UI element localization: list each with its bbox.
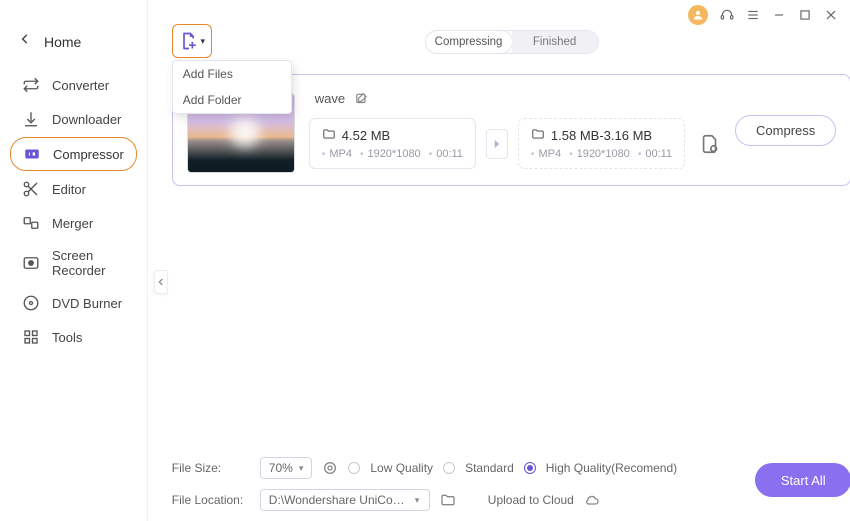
quality-high-radio[interactable] (524, 462, 536, 474)
rename-icon[interactable] (355, 92, 369, 106)
sidebar-item-label: Editor (52, 182, 86, 197)
target-size-icon[interactable] (322, 460, 338, 476)
home-label[interactable]: Home (44, 34, 81, 50)
output-format: MP4 (538, 148, 561, 160)
file-size-label: File Size: (172, 461, 250, 475)
output-size: 1.58 MB-3.16 MB (551, 128, 652, 143)
input-res: 1920*1080 (367, 148, 420, 160)
sidebar-item-label: Converter (52, 78, 109, 93)
quality-low-label: Low Quality (370, 461, 433, 475)
sidebar-item-downloader[interactable]: Downloader (10, 103, 137, 135)
file-location-label: File Location: (172, 493, 250, 507)
output-dur: 00:11 (645, 148, 672, 160)
maximize-button[interactable] (798, 8, 812, 22)
quality-standard-radio[interactable] (443, 462, 455, 474)
menu-icon[interactable] (746, 8, 760, 22)
sidebar-item-editor[interactable]: Editor (10, 173, 137, 205)
sidebar-item-label: Downloader (52, 112, 121, 127)
converter-icon (22, 76, 40, 94)
chevron-down-icon: ▾ (201, 36, 206, 47)
support-icon[interactable] (720, 8, 734, 22)
sidebar-item-dvd-burner[interactable]: DVD Burner (10, 287, 137, 319)
quality-low-radio[interactable] (348, 462, 360, 474)
add-file-menu: Add Files Add Folder (172, 60, 292, 114)
merger-icon (22, 214, 40, 232)
tab-finished[interactable]: Finished (512, 31, 598, 53)
sidebar-item-label: Merger (52, 216, 93, 231)
input-format: MP4 (329, 148, 352, 160)
input-dur: 00:11 (436, 148, 463, 160)
grid-icon (22, 328, 40, 346)
input-size: 4.52 MB (342, 128, 390, 143)
sidebar-item-converter[interactable]: Converter (10, 69, 137, 101)
input-info-panel: 4.52 MB •MP4 •1920*1080 •00:11 (309, 118, 476, 169)
tab-compressing[interactable]: Compressing (426, 31, 512, 53)
status-tabs: Compressing Finished (425, 30, 599, 54)
scissors-icon (22, 180, 40, 198)
quality-high-label: High Quality(Recomend) (546, 461, 677, 475)
file-size-select[interactable]: 70%▾ (260, 457, 313, 479)
user-avatar[interactable] (688, 5, 708, 25)
sidebar-item-screen-recorder[interactable]: Screen Recorder (10, 241, 137, 285)
sidebar-item-label: Screen Recorder (52, 248, 125, 278)
footer: File Size: 70%▾ Low Quality Standard Hig… (148, 449, 850, 521)
add-files-item[interactable]: Add Files (173, 61, 291, 87)
cloud-icon[interactable] (584, 492, 600, 508)
minimize-button[interactable] (772, 8, 786, 22)
add-folder-item[interactable]: Add Folder (173, 87, 291, 113)
output-res: 1920*1080 (577, 148, 630, 160)
sidebar-item-tools[interactable]: Tools (10, 321, 137, 353)
file-location-select[interactable]: D:\Wondershare UniConverter 1▾ (260, 489, 430, 511)
folder-icon (531, 127, 545, 144)
recorder-icon (22, 254, 40, 272)
sidebar-item-label: Compressor (53, 147, 124, 162)
sidebar-item-compressor[interactable]: Compressor (10, 137, 137, 171)
output-settings-icon[interactable] (699, 133, 721, 155)
start-all-button[interactable]: Start All (755, 463, 850, 497)
sidebar-item-label: Tools (52, 330, 82, 345)
sidebar: Home Converter Downloader Compressor Editor… (0, 0, 147, 521)
compressor-icon (23, 145, 41, 163)
folder-icon (322, 127, 336, 144)
upload-cloud-label: Upload to Cloud (488, 493, 574, 507)
sidebar-nav: Converter Downloader Compressor Editor Merge… (0, 69, 147, 353)
sidebar-item-label: DVD Burner (52, 296, 122, 311)
output-info-panel: 1.58 MB-3.16 MB •MP4 •1920*1080 •00:11 (518, 118, 685, 169)
quality-standard-label: Standard (465, 461, 514, 475)
sidebar-item-merger[interactable]: Merger (10, 207, 137, 239)
close-button[interactable] (824, 8, 838, 22)
add-file-button[interactable]: ▾ (172, 24, 212, 58)
back-icon[interactable] (18, 32, 36, 51)
compress-button[interactable]: Compress (735, 115, 836, 146)
arrow-right-icon (486, 129, 508, 159)
file-name: wave (315, 91, 345, 106)
disc-icon (22, 294, 40, 312)
download-icon (22, 110, 40, 128)
open-folder-icon[interactable] (440, 492, 456, 508)
